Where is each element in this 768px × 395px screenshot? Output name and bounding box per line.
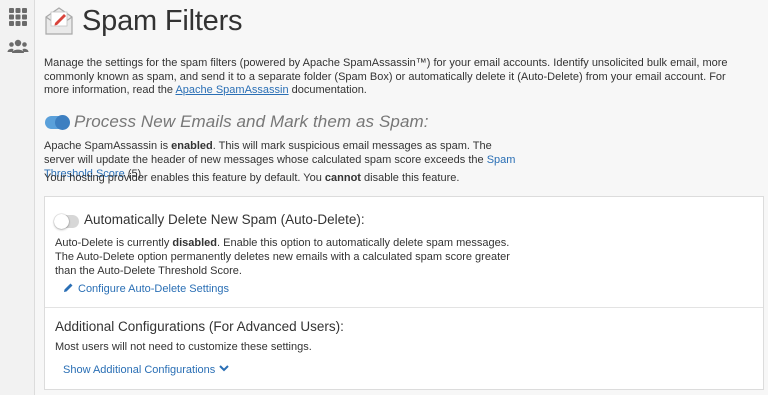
page-title: Spam Filters [82,5,243,37]
additional-config-title: Additional Configurations (For Advanced … [55,319,344,334]
intro-text-end: documentation. [288,84,367,97]
auto-delete-disabled-text: disabled [172,237,218,249]
auto-delete-toggle[interactable] [54,214,79,229]
additional-config-text: Most users will not need to customize th… [55,341,312,353]
chevron-down-icon [219,363,229,376]
auto-delete-description: Auto-Delete is currently disabled. Enabl… [55,236,525,278]
process-emails-toggle[interactable] [45,115,70,130]
show-additional-config-label[interactable]: Show Additional Configurations [63,364,215,376]
apache-spamassassin-link[interactable]: Apache SpamAssassin [175,84,288,96]
note-bold-text: cannot [324,172,361,184]
toggle-knob [54,214,69,229]
intro-text: Manage the settings for the spam filters… [44,57,744,98]
note-text-part: disable this feature. [360,172,460,184]
toggle-knob [55,115,70,130]
auto-delete-title: Automatically Delete New Spam (Auto-Dele… [84,212,365,227]
pencil-icon [63,282,74,296]
show-additional-config-link[interactable]: Show Additional Configurations [63,363,229,376]
grid-icon[interactable] [7,6,29,28]
note-text-part: Your hosting provider enables this featu… [44,172,325,184]
left-nav-rail [0,0,35,395]
configure-auto-delete-label[interactable]: Configure Auto-Delete Settings [78,283,229,295]
hosting-provider-note: Your hosting provider enables this featu… [44,171,744,185]
process-emails-heading: Process New Emails and Mark them as Spam… [74,112,429,131]
users-icon[interactable] [7,36,29,58]
panel-divider [45,307,763,308]
envelope-pen-icon [43,5,75,37]
configure-auto-delete-link[interactable]: Configure Auto-Delete Settings [63,282,229,296]
intro-text-part: Manage the settings for the spam filters… [44,57,728,97]
status-enabled-text: enabled [171,140,213,152]
auto-delete-text-part: Auto-Delete is currently [55,237,173,249]
spam-options-panel: Automatically Delete New Spam (Auto-Dele… [44,196,764,390]
status-text-part: Apache SpamAssassin is [44,140,172,152]
